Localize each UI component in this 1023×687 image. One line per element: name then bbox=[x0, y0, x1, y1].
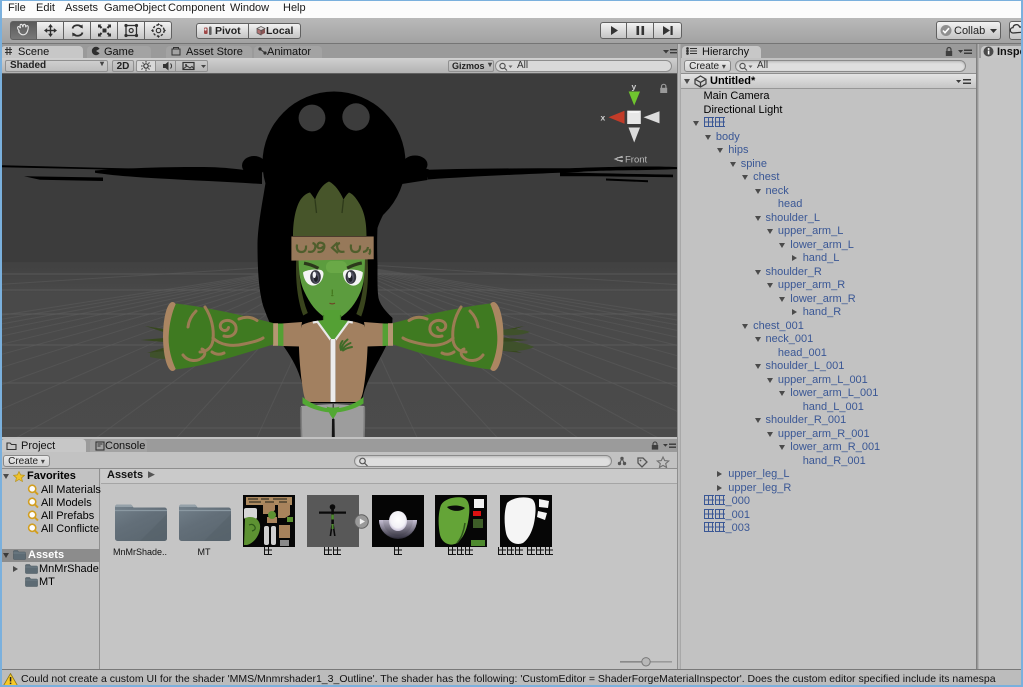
svg-text:y: y bbox=[632, 82, 637, 92]
svg-text:Front: Front bbox=[625, 155, 648, 166]
svg-text:x: x bbox=[601, 113, 606, 123]
